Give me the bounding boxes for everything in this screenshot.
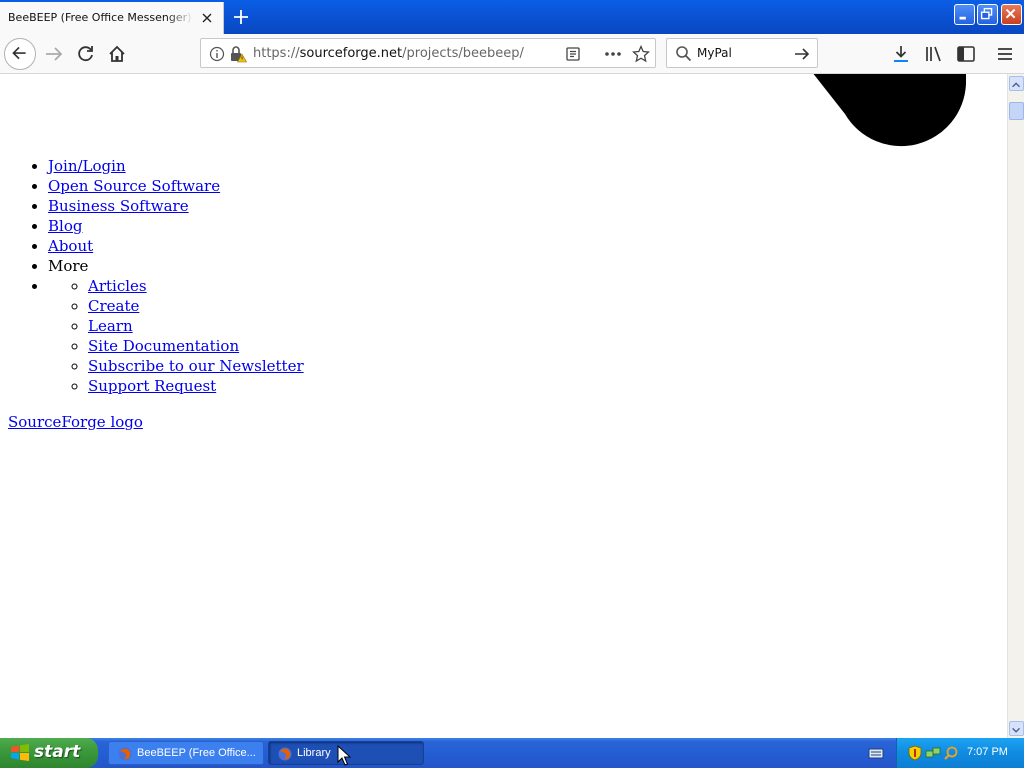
back-button[interactable] <box>4 38 36 70</box>
submenu-item: Support Request <box>88 376 304 396</box>
menu-item-about: About <box>48 236 304 256</box>
magnifier-icon[interactable] <box>943 745 959 761</box>
windows-logo-icon <box>11 744 29 761</box>
search-input[interactable]: MyPal <box>697 46 732 60</box>
bookmark-star-icon[interactable] <box>632 45 650 63</box>
search-bar[interactable]: MyPal <box>666 38 818 68</box>
network-icon[interactable] <box>925 745 941 761</box>
keyboard-icon[interactable] <box>868 746 884 760</box>
firefox-icon <box>278 747 292 761</box>
submenu-item: Create <box>88 296 304 316</box>
support-request-link[interactable]: Support Request <box>88 377 216 395</box>
url-host: sourceforge.net <box>299 46 403 61</box>
library-icon[interactable] <box>924 44 944 64</box>
open-source-software-link[interactable]: Open Source Software <box>48 177 220 195</box>
decorative-black-shape <box>813 74 966 147</box>
join-login-link[interactable]: Join/Login <box>48 157 126 175</box>
menu-item-more: More <box>48 256 304 276</box>
reload-icon <box>78 46 93 62</box>
address-bar[interactable]: https://sourceforge.net/projects/beebeep… <box>200 38 656 68</box>
sidebar-toggle-icon[interactable] <box>956 44 976 64</box>
create-link[interactable]: Create <box>88 297 139 315</box>
scroll-thumb[interactable] <box>1009 102 1024 120</box>
menu-item-submenu: Articles Create Learn Site Documentation… <box>48 276 304 396</box>
home-icon <box>109 45 125 62</box>
submenu-item: Site Documentation <box>88 336 304 356</box>
clock: 7:07 PM <box>967 746 1008 758</box>
more-label: More <box>48 257 89 275</box>
submenu-item: Articles <box>88 276 304 296</box>
mouse-pointer-icon <box>337 745 351 766</box>
taskbar-item-beebeep[interactable]: BeeBEEP (Free Office... <box>108 741 264 765</box>
home-button[interactable] <box>101 38 133 70</box>
taskbar-item-label: BeeBEEP (Free Office... <box>137 747 256 759</box>
site-menu: Join/Login Open Source Software Business… <box>48 156 304 396</box>
chevron-down-icon <box>1012 727 1021 733</box>
menu-item-open-source: Open Source Software <box>48 176 304 196</box>
search-go-arrow-icon[interactable] <box>793 45 811 63</box>
navigation-toolbar: https://sourceforge.net/projects/beebeep… <box>0 34 1024 74</box>
close-tab-icon[interactable] <box>198 9 216 27</box>
hamburger-menu-icon[interactable] <box>995 44 1015 64</box>
browser-titlebar: BeeBEEP (Free Office Messenger) download… <box>0 0 1024 34</box>
chevron-up-icon <box>1012 82 1021 88</box>
system-tray: 7:07 PM <box>896 738 1024 768</box>
reload-button[interactable] <box>70 38 102 70</box>
scroll-up-button[interactable] <box>1009 76 1024 91</box>
more-submenu: Articles Create Learn Site Documentation… <box>88 276 304 396</box>
vertical-scrollbar[interactable] <box>1007 74 1024 738</box>
blog-link[interactable]: Blog <box>48 217 82 235</box>
page-actions-icon[interactable] <box>603 46 623 62</box>
url-prefix: https:// <box>253 46 300 61</box>
search-icon <box>676 46 692 62</box>
taskbar-item-label: Library <box>297 747 331 759</box>
back-arrow-icon <box>12 46 26 60</box>
menu-item-business: Business Software <box>48 196 304 216</box>
close-icon <box>1005 8 1016 19</box>
minimize-window-button[interactable] <box>954 4 975 25</box>
about-link[interactable]: About <box>48 237 93 255</box>
minimize-icon <box>959 16 966 20</box>
newsletter-link[interactable]: Subscribe to our Newsletter <box>88 357 304 375</box>
tab-active[interactable]: BeeBEEP (Free Office Messenger) download… <box>0 2 224 34</box>
close-window-button[interactable] <box>1001 4 1022 25</box>
firefox-icon <box>118 747 132 761</box>
start-button[interactable]: start <box>0 738 98 768</box>
articles-link[interactable]: Articles <box>88 277 147 295</box>
forward-button[interactable] <box>38 38 70 70</box>
page-content: Join/Login Open Source Software Business… <box>0 74 1007 738</box>
restore-window-button[interactable] <box>977 4 998 25</box>
menu-item-blog: Blog <box>48 216 304 236</box>
reader-view-icon[interactable] <box>565 46 581 62</box>
business-software-link[interactable]: Business Software <box>48 197 189 215</box>
downloads-icon[interactable] <box>891 44 911 64</box>
lock-warning-icon[interactable] <box>229 45 247 63</box>
sourceforge-logo-link[interactable]: SourceForge logo <box>8 412 143 432</box>
site-documentation-link[interactable]: Site Documentation <box>88 337 239 355</box>
forward-arrow-icon <box>46 47 63 61</box>
info-icon[interactable] <box>209 46 225 62</box>
submenu-item: Learn <box>88 316 304 336</box>
start-label: start <box>34 742 81 762</box>
new-tab-icon[interactable] <box>228 4 254 30</box>
url-text[interactable]: https://sourceforge.net/projects/beebeep… <box>253 46 524 61</box>
restore-icon <box>980 7 993 20</box>
security-shield-icon[interactable] <box>907 745 923 761</box>
tab-title: BeeBEEP (Free Office Messenger) download… <box>8 11 194 24</box>
learn-link[interactable]: Learn <box>88 317 133 335</box>
scroll-down-button[interactable] <box>1009 721 1024 736</box>
taskbar: start BeeBEEP (Free Office... Library 7:… <box>0 738 1024 768</box>
submenu-item: Subscribe to our Newsletter <box>88 356 304 376</box>
url-path: /projects/beebeep/ <box>402 46 524 61</box>
menu-item-join-login: Join/Login <box>48 156 304 176</box>
